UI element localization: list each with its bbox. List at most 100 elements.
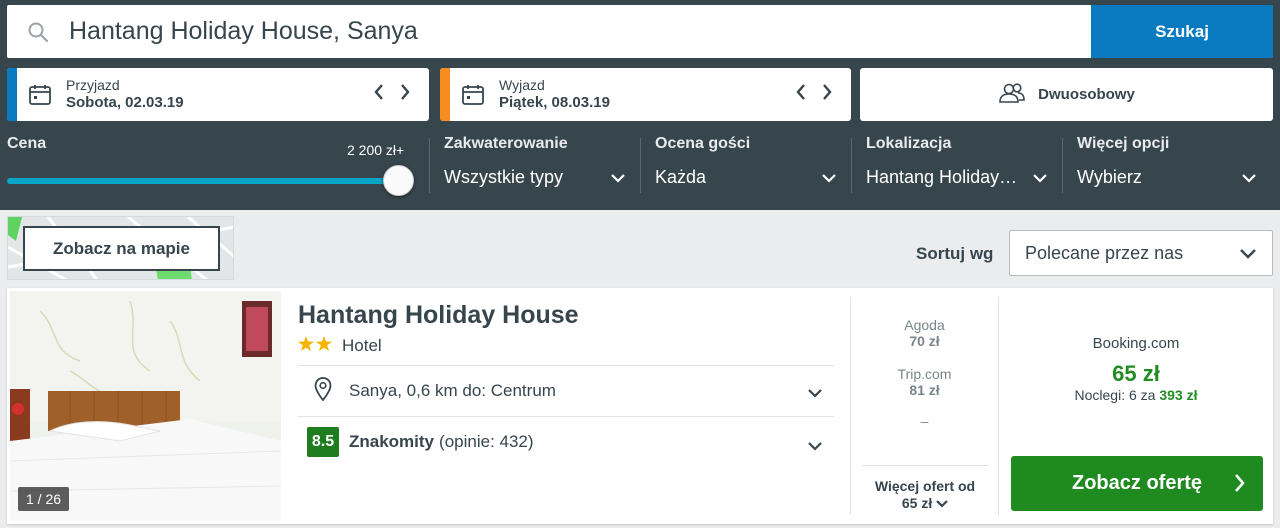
sort-label: Sortuj wg <box>916 244 994 263</box>
best-offer-total: 393 zł <box>1159 387 1198 403</box>
hotel-stars-type: Hotel <box>298 336 382 356</box>
chevron-down-icon <box>808 438 822 456</box>
chevron-down-icon <box>936 495 948 511</box>
accommodation-filter-title: Zakwaterowanie <box>444 135 568 152</box>
photo-counter: 1 / 26 <box>18 487 70 511</box>
checkin-stripe <box>7 68 17 121</box>
search-button[interactable]: Szukaj <box>1091 5 1273 58</box>
rating-reviews: (opinie: 432) <box>439 432 534 451</box>
rating-filter[interactable]: Ocena gości Każda <box>655 134 837 188</box>
checkout-text: Wyjazd Piątek, 08.03.19 <box>499 77 610 112</box>
location-filter[interactable]: Lokalizacja Hantang Holiday… <box>866 134 1048 188</box>
users-icon <box>998 82 1026 108</box>
partner-offer-empty: – <box>852 413 997 429</box>
rating-filter-title: Ocena gości <box>655 135 751 152</box>
filter-divider <box>1062 138 1063 193</box>
search-icon <box>7 5 69 58</box>
filter-divider <box>429 138 430 193</box>
chevron-left-icon[interactable] <box>795 83 807 106</box>
price-max-label: 2 200 zł+ <box>347 142 405 158</box>
view-offer-button[interactable]: Zobacz ofertę <box>1011 456 1263 511</box>
more-offers-price-text: 65 zł <box>901 495 933 511</box>
chevron-right-icon[interactable] <box>399 83 411 106</box>
checkin-arrows <box>373 83 411 106</box>
chevron-down-icon <box>1241 167 1257 188</box>
hotel-name[interactable]: Hantang Holiday House <box>298 301 579 330</box>
location-filter-title: Lokalizacja <box>866 135 952 152</box>
map-thumbnail[interactable]: Zobacz na mapie <box>7 216 234 280</box>
location-pin-icon <box>314 376 332 406</box>
price-slider-track[interactable] <box>7 178 399 184</box>
view-offer-label: Zobacz ofertę <box>1071 472 1203 494</box>
chevron-down-icon <box>1032 167 1048 188</box>
chevron-down-icon <box>1239 243 1257 264</box>
more-offers-link[interactable]: Więcej ofert od 65 zł <box>862 465 988 512</box>
location-text: Sanya, 0,6 km do: Centrum <box>349 381 556 400</box>
partner-name: Trip.com <box>897 366 952 382</box>
location-filter-value[interactable]: Hantang Holiday… <box>866 167 1048 188</box>
column-separator <box>850 297 851 515</box>
checkin-label: Przyjazd <box>66 77 120 93</box>
location-row[interactable]: Sanya, 0,6 km do: Centrum <box>298 365 834 416</box>
more-options-filter-text: Wybierz <box>1077 167 1142 187</box>
more-offers-price: 65 zł <box>862 495 988 512</box>
results-area: Zobacz na mapie Sortuj wg Polecane przez… <box>0 210 1280 528</box>
rating-row[interactable]: 8.5 Znakomity (opinie: 432) <box>298 416 834 467</box>
checkin-value: Sobota, 02.03.19 <box>66 94 184 111</box>
checkout-stripe <box>440 68 450 121</box>
more-options-filter-value[interactable]: Wybierz <box>1077 167 1257 188</box>
rating-filter-text: Każda <box>655 167 707 187</box>
accommodation-filter-text: Wszystkie typy <box>444 167 564 187</box>
filter-divider <box>851 138 852 193</box>
chevron-left-icon[interactable] <box>373 83 385 106</box>
partner-name: – <box>920 413 929 429</box>
filter-divider <box>640 138 641 193</box>
best-offer-nights: Noclegi: 6 za 393 zł <box>1002 387 1270 403</box>
checkin-text: Przyjazd Sobota, 02.03.19 <box>66 77 184 112</box>
rating-text: Znakomity <box>349 432 435 451</box>
best-offer-nights-label: Noclegi: 6 za <box>1074 387 1156 403</box>
location-filter-text: Hantang Holiday… <box>866 167 1018 187</box>
chevron-down-icon <box>821 167 837 188</box>
checkout-arrows <box>795 83 833 106</box>
star-icon <box>298 336 314 356</box>
star-icon <box>316 336 332 356</box>
column-separator <box>998 297 999 515</box>
best-offer: Booking.com 65 zł Noclegi: 6 za 393 zł <box>1002 335 1270 403</box>
hotel-type-label: Hotel <box>342 336 382 355</box>
partner-price: 70 zł <box>909 333 940 349</box>
more-options-filter[interactable]: Więcej opcji Wybierz <box>1077 134 1257 188</box>
best-offer-provider: Booking.com <box>1092 335 1180 352</box>
best-offer-price: 65 zł <box>1112 361 1160 386</box>
accommodation-filter-value[interactable]: Wszystkie typy <box>444 167 626 188</box>
hotel-photo[interactable]: 1 / 26 <box>10 291 281 521</box>
calendar-icon <box>461 84 485 111</box>
rating-filter-value[interactable]: Każda <box>655 167 837 188</box>
chevron-down-icon <box>610 167 626 188</box>
checkout-label: Wyjazd <box>499 77 545 93</box>
accommodation-filter[interactable]: Zakwaterowanie Wszystkie typy <box>444 134 626 188</box>
room-type-label: Dwuosobowy <box>1038 86 1135 103</box>
search-input[interactable] <box>69 5 1091 58</box>
price-slider-handle[interactable] <box>383 165 414 196</box>
sort-select[interactable]: Polecane przez nas <box>1009 230 1273 276</box>
calendar-icon <box>28 84 52 111</box>
checkin-date-picker[interactable]: Przyjazd Sobota, 02.03.19 <box>7 68 429 121</box>
chevron-down-icon <box>808 385 822 403</box>
checkout-value: Piątek, 08.03.19 <box>499 94 610 111</box>
more-offers-label: Więcej ofert od <box>874 478 976 494</box>
hotel-card: 1 / 26 Hantang Holiday House Hotel Sanya… <box>7 288 1273 524</box>
sort-select-value: Polecane przez nas <box>1025 242 1184 263</box>
checkout-date-picker[interactable]: Wyjazd Piątek, 08.03.19 <box>440 68 851 121</box>
chevron-right-icon[interactable] <box>821 83 833 106</box>
more-options-filter-title: Więcej opcji <box>1077 135 1170 152</box>
partner-offer[interactable]: Trip.com 81 zł <box>852 366 997 398</box>
partner-name: Agoda <box>904 317 945 333</box>
room-type-selector[interactable]: Dwuosobowy <box>860 68 1273 121</box>
partner-offer[interactable]: Agoda 70 zł <box>852 317 997 349</box>
view-on-map-button[interactable]: Zobacz na mapie <box>23 226 220 271</box>
search-bar: Szukaj <box>7 5 1273 58</box>
partner-price: 81 zł <box>909 382 940 398</box>
chevron-right-icon <box>1233 473 1245 499</box>
rating-score-badge: 8.5 <box>307 427 339 457</box>
